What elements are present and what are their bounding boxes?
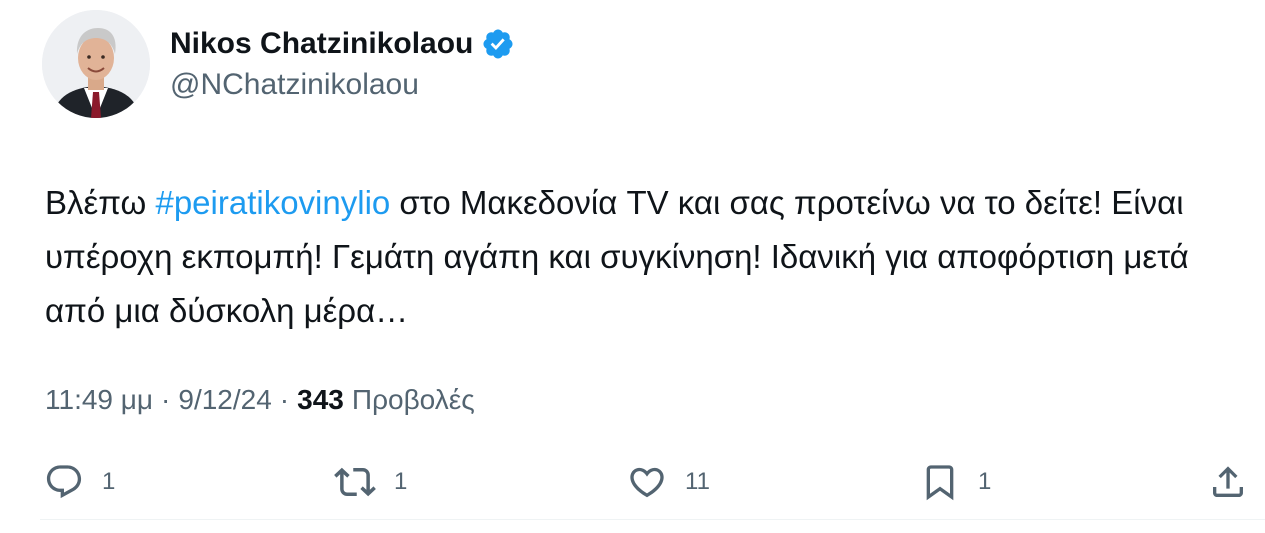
tweet-card: Nikos Chatzinikolaou @NChatzinikolaou Βλ… [0, 0, 1265, 533]
views-label: Προβολές [351, 384, 475, 415]
tweet-meta: 11:49 μμ · 9/12/24 · 343 Προβολές [45, 384, 475, 416]
heart-icon [627, 462, 667, 502]
verified-badge-icon[interactable] [481, 27, 515, 61]
repost-icon [334, 461, 376, 503]
reply-button[interactable]: 1 [44, 458, 115, 506]
like-button[interactable]: 11 [627, 458, 710, 506]
tweet-date[interactable]: 9/12/24 [178, 384, 271, 416]
bookmark-count: 1 [978, 468, 992, 495]
action-bar: 1 1 11 1 [0, 458, 1265, 506]
author-display-name[interactable]: Nikos Chatzinikolaou [170, 27, 473, 61]
bookmark-icon [920, 462, 960, 502]
share-button[interactable] [1208, 458, 1248, 506]
repost-button[interactable]: 1 [334, 458, 407, 506]
reply-count: 1 [102, 468, 116, 495]
author-handle[interactable]: @NChatzinikolaou [170, 68, 515, 102]
tweet-text-before: Βλέπω [45, 184, 156, 221]
repost-count: 1 [394, 468, 408, 495]
author-avatar[interactable] [42, 10, 150, 118]
divider [40, 519, 1265, 520]
avatar-portrait [42, 10, 150, 118]
meta-separator: · [161, 384, 171, 415]
views-count: 343 [297, 384, 344, 415]
hashtag-link[interactable]: #peiratikovinylio [155, 184, 390, 221]
tweet-time[interactable]: 11:49 μμ [45, 384, 153, 416]
share-icon [1208, 462, 1248, 502]
tweet-text: Βλέπω #peiratikovinylio στο Μακεδονία TV… [45, 176, 1225, 338]
author-name-row: Nikos Chatzinikolaou [170, 22, 515, 66]
meta-separator: · [279, 384, 290, 415]
reply-icon [44, 462, 84, 502]
author-block: Nikos Chatzinikolaou @NChatzinikolaou [170, 22, 515, 102]
like-count: 11 [685, 468, 710, 495]
bookmark-button[interactable]: 1 [920, 458, 991, 506]
